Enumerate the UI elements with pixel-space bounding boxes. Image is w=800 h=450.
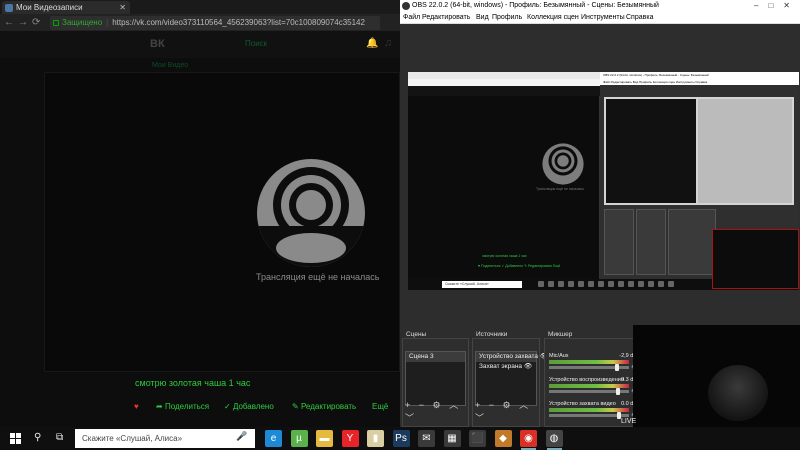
yandex-icon[interactable]: Y bbox=[341, 430, 359, 447]
vk-search-input[interactable]: Поиск bbox=[245, 39, 267, 48]
vk-header: ВК Поиск 🔔 ♫ bbox=[0, 32, 400, 58]
mail-icon[interactable]: ✉ bbox=[418, 430, 435, 447]
tab-title: Мои Видеозаписи bbox=[16, 3, 83, 12]
channel-name: Устройство воспроизведения bbox=[549, 377, 624, 383]
volume-slider[interactable] bbox=[549, 364, 629, 371]
forward-icon[interactable]: → bbox=[18, 17, 28, 29]
volume-slider[interactable] bbox=[549, 388, 629, 395]
share-button[interactable]: ➦ Поделиться bbox=[156, 402, 209, 411]
edge-icon[interactable]: e bbox=[265, 430, 282, 447]
windows-start-icon[interactable] bbox=[10, 433, 22, 445]
vk-favicon-icon bbox=[5, 4, 13, 12]
check-icon: ✓ bbox=[224, 402, 233, 411]
menu-file[interactable]: Файл bbox=[403, 12, 420, 24]
search-icon[interactable]: ⚲ bbox=[34, 432, 41, 443]
obs-icon[interactable]: ◍ bbox=[545, 430, 563, 450]
preview-video-actions: ♥ Поделиться ✓ Добавлено ✎ Редактировать… bbox=[478, 264, 561, 268]
photoshop-icon[interactable]: Ps bbox=[392, 430, 410, 447]
mixer-dock: Микшер Mic/Aux -2,9 dB 🔊 Устройство восп… bbox=[544, 331, 640, 427]
like-icon[interactable]: ♥ bbox=[134, 402, 139, 411]
menu-view[interactable]: Вид bbox=[476, 12, 489, 24]
microphone-icon[interactable]: 🎤 bbox=[236, 431, 247, 442]
preview-search: Скажите «Слушай, Алиса» bbox=[442, 281, 522, 288]
vk-logo-icon[interactable]: ВК bbox=[150, 38, 165, 50]
chrome-icon[interactable]: ◉ bbox=[520, 430, 537, 450]
webcam-overlay bbox=[633, 325, 800, 427]
share-icon: ➦ bbox=[156, 402, 165, 411]
close-tab-icon[interactable]: ✕ bbox=[119, 1, 126, 14]
secure-label: Защищено bbox=[62, 18, 103, 27]
person-silhouette bbox=[708, 365, 768, 421]
more-button[interactable]: Ещё bbox=[372, 402, 388, 411]
paint-icon[interactable]: ◆ bbox=[494, 430, 512, 447]
stream-status-text: Трансляция ещё не началась bbox=[256, 272, 380, 282]
folder-icon[interactable]: ▬ bbox=[316, 430, 333, 447]
source-item[interactable]: Устройство захвата 👁 bbox=[476, 352, 548, 362]
obs-logo-icon bbox=[402, 2, 410, 10]
scenes-header: Сцены bbox=[406, 331, 427, 338]
book-icon[interactable]: ▮ bbox=[367, 430, 384, 447]
browser-window: Мои Видеозаписи ✕ ← → ⟳ Защищено | https:/… bbox=[0, 0, 400, 427]
scene-item[interactable]: Сцена 3 bbox=[406, 352, 465, 362]
music-icon[interactable]: ♫ bbox=[384, 37, 392, 49]
menu-scene-collection[interactable]: Коллекция сцен bbox=[527, 12, 579, 24]
preview-obs-menu: Файл Редактировать Вид Профиль Коллекция… bbox=[600, 79, 799, 85]
obs-title-text: OBS 22.0.2 (64-bit, windows) - Профиль: … bbox=[412, 2, 659, 9]
menu-profile[interactable]: Профиль bbox=[492, 12, 522, 24]
channel-name: Устройство захвата видео bbox=[549, 401, 616, 407]
volume-slider-knob[interactable] bbox=[615, 388, 620, 395]
pencil-icon: ✎ bbox=[292, 402, 301, 411]
mixer-header: Микшер bbox=[548, 331, 573, 338]
url-text: https://vk.com/video373110564_456239063?… bbox=[112, 18, 365, 27]
menu-edit[interactable]: Редактировать bbox=[422, 12, 470, 24]
source-item[interactable]: Захват экрана 👁 bbox=[476, 362, 536, 372]
scenes-dock: Сцены Сцена 3 + − ⚙ ︿ ﹀ bbox=[402, 331, 469, 427]
sources-toolbar[interactable]: + − ⚙ ︿ ﹀ bbox=[475, 398, 539, 424]
menu-tools[interactable]: Инструменты bbox=[581, 12, 625, 24]
video-actions: ♥ ➦ Поделиться ✓ Добавлено ✎ Редактирова… bbox=[134, 402, 400, 416]
preview-video-title: смотрю золотая чаша 1 час bbox=[482, 254, 527, 258]
live-indicator: LIVE bbox=[621, 418, 637, 425]
back-icon[interactable]: ← bbox=[4, 17, 14, 29]
preview-stream-status: Трансляция ещё не началась bbox=[536, 187, 585, 191]
sources-header: Источники bbox=[476, 331, 508, 338]
volume-slider[interactable] bbox=[549, 412, 629, 419]
address-bar-row: ← → ⟳ Защищено | https://vk.com/video37311… bbox=[0, 14, 400, 32]
obs-preview[interactable]: Трансляция ещё не началась смотрю золота… bbox=[408, 72, 799, 290]
browser-tab-strip: Мои Видеозаписи ✕ bbox=[0, 0, 400, 14]
browser-tab[interactable]: Мои Видеозаписи ✕ bbox=[2, 1, 130, 14]
taskbar-search-input[interactable]: Скажите «Слушай, Алиса» bbox=[75, 429, 255, 448]
url-input[interactable]: Защищено | https://vk.com/video373110564_4… bbox=[50, 16, 380, 30]
obs-title-bar: OBS 22.0.2 (64-bit, windows) - Профиль: … bbox=[400, 0, 800, 12]
calculator-icon[interactable]: ▦ bbox=[443, 430, 461, 447]
sources-dock: Источники Устройство захвата 👁 Захват эк… bbox=[472, 331, 548, 427]
menu-help[interactable]: Справка bbox=[626, 12, 653, 24]
window-controls[interactable]: –□✕ bbox=[754, 0, 800, 12]
channel-name: Mic/Aux bbox=[549, 353, 569, 359]
scenes-toolbar[interactable]: + − ⚙ ︿ ﹀ bbox=[405, 398, 468, 424]
lock-icon bbox=[53, 20, 59, 26]
added-button[interactable]: ✓ Добавлено bbox=[224, 402, 274, 411]
obs-menu-bar: Файл Редактировать Вид Профиль Коллекция… bbox=[400, 12, 800, 24]
torrent-icon[interactable]: µ bbox=[290, 430, 308, 447]
bell-icon[interactable]: 🔔 bbox=[366, 38, 378, 49]
my-videos-link[interactable]: Мои Видео bbox=[152, 62, 188, 69]
video-title: смотрю золотая чаша 1 час bbox=[135, 378, 251, 388]
preview-obs-title: OBS 22.0.2 (64-bit, windows) - Профиль: … bbox=[600, 72, 799, 79]
task-view-icon[interactable]: ⧉ bbox=[56, 432, 63, 443]
preview-stream-icon bbox=[542, 143, 584, 185]
windows-taskbar: ⚲ ⧉ Скажите «Слушай, Алиса» 🎤 e µ ▬ Y ▮ Ps ✉ ▦ ⬛… bbox=[0, 427, 800, 450]
edit-button[interactable]: ✎ Редактировать bbox=[292, 402, 356, 411]
eye-icon[interactable]: 👁 bbox=[524, 363, 532, 370]
preview-browser-capture: Трансляция ещё не началась смотрю золота… bbox=[408, 72, 600, 279]
preview-webcam-source[interactable] bbox=[712, 229, 799, 289]
mixer-channel: Mic/Aux -2,9 dB 🔊 bbox=[547, 353, 640, 373]
store-icon[interactable]: ⬛ bbox=[469, 430, 486, 447]
volume-slider-knob[interactable] bbox=[615, 364, 620, 371]
reload-icon[interactable]: ⟳ bbox=[32, 17, 40, 29]
mixer-channel: Устройство воспроизведения 0.3 dB 🔊 bbox=[547, 377, 640, 397]
live-stream-icon bbox=[257, 159, 365, 267]
